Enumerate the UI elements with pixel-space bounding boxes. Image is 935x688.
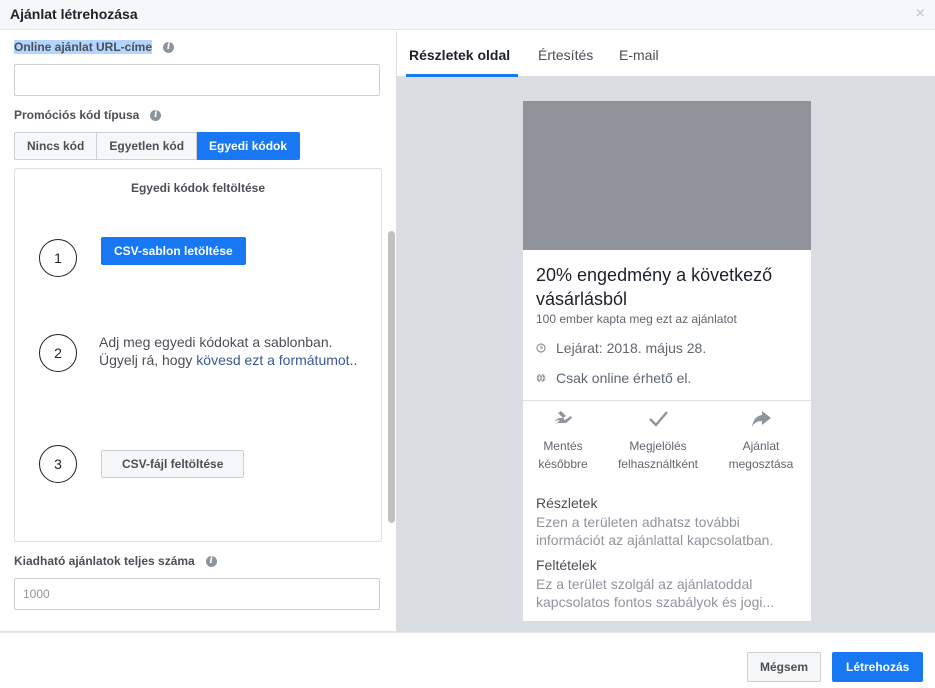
- clock-icon: [536, 343, 546, 353]
- mark-as-used-action[interactable]: Megjelölés felhasználtként: [613, 409, 703, 473]
- save-hand-icon: [554, 411, 572, 424]
- step-number: 3: [39, 445, 77, 483]
- unique-codes-upload-box: Egyedi kódok feltöltése 1 CSV-sablon let…: [14, 168, 382, 542]
- url-input[interactable]: [14, 64, 380, 96]
- download-csv-template-button[interactable]: CSV-sablon letöltése: [101, 237, 246, 265]
- details-body: Ezen a területen adhatsz további informá…: [536, 514, 774, 548]
- share-offer-action[interactable]: Ajánlat megosztása: [721, 409, 801, 473]
- info-icon[interactable]: i: [205, 555, 217, 567]
- tab-notification[interactable]: Értesítés: [538, 47, 593, 63]
- create-button[interactable]: Létrehozás: [832, 652, 924, 682]
- expiry-text: Lejárat: 2018. május 28.: [556, 340, 707, 356]
- promo-code-type-selector: Nincs kód Egyetlen kód Egyedi kódok: [14, 132, 301, 160]
- action-label-line1: Mentés: [543, 439, 583, 453]
- terms-body: Ez a terület szolgál az ajánlatoddal kap…: [536, 576, 775, 610]
- globe-icon: [536, 373, 546, 383]
- checkmark-icon: [649, 411, 668, 427]
- offer-image-placeholder: [523, 101, 811, 250]
- active-tab-indicator: [406, 74, 518, 77]
- offer-preview-card: 20% engedmény a következő vásárlásból 10…: [523, 101, 811, 621]
- availability-row: Csak online érhető el.: [536, 370, 691, 386]
- step-number: 1: [39, 239, 77, 277]
- form-scrollbar[interactable]: [388, 231, 395, 523]
- upload-csv-file-button[interactable]: CSV-fájl feltöltése: [101, 450, 245, 478]
- availability-text: Csak online érhető el.: [556, 370, 692, 386]
- share-arrow-icon: [752, 411, 771, 427]
- upload-title: Egyedi kódok feltöltése: [130, 181, 266, 195]
- dialog-title: Ajánlat létrehozása: [10, 6, 138, 22]
- cancel-button[interactable]: Mégsem: [747, 652, 822, 682]
- action-label-line2: későbbre: [538, 457, 588, 471]
- action-label-line2: megosztása: [728, 457, 794, 471]
- form-pane: Online ajánlat URL-címe i Promóciós kód …: [0, 31, 396, 632]
- total-offers-input[interactable]: 1000: [14, 578, 380, 610]
- card-divider: [523, 400, 811, 401]
- promo-option-single-code[interactable]: Egyetlen kód: [97, 132, 198, 160]
- terms-heading: Feltételek: [536, 557, 597, 573]
- expiry-row: Lejárat: 2018. május 28.: [536, 340, 706, 356]
- step2-instructions: Adj meg egyedi kódokat a sablonban. Ügye…: [99, 333, 369, 369]
- preview-tabs: Részletek oldal Értesítés E-mail: [397, 31, 935, 77]
- action-label-line1: Ajánlat: [742, 439, 780, 453]
- offer-title: 20% engedmény a következő vásárlásból: [536, 265, 773, 309]
- promo-label: Promóciós kód típusa: [14, 108, 140, 122]
- tab-details-page[interactable]: Részletek oldal: [409, 47, 510, 63]
- action-label-line1: Megjelölés: [629, 439, 687, 453]
- promo-label-row: Promóciós kód típusa i: [14, 108, 162, 122]
- info-icon[interactable]: i: [163, 41, 175, 53]
- step-number: 2: [39, 334, 77, 372]
- claimed-count: 100 ember kapta meg ezt az ajánlatot: [536, 312, 737, 326]
- save-for-later-action[interactable]: Mentés későbbre: [533, 409, 593, 473]
- dialog-footer: Mégsem Létrehozás: [0, 632, 935, 688]
- close-icon[interactable]: ×: [916, 6, 925, 22]
- url-label: Online ajánlat URL-címe: [14, 40, 153, 54]
- url-label-row: Online ajánlat URL-címe i: [14, 40, 175, 54]
- details-heading: Részletek: [536, 495, 598, 511]
- format-link[interactable]: kövesd ezt a formátumot: [196, 352, 349, 368]
- promo-option-no-code[interactable]: Nincs kód: [14, 132, 98, 160]
- promo-option-unique-codes[interactable]: Egyedi kódok: [197, 132, 301, 160]
- dialog-header: Ajánlat létrehozása ×: [0, 0, 935, 30]
- tab-email[interactable]: E-mail: [619, 47, 659, 63]
- action-label-line2: felhasználtként: [617, 457, 699, 471]
- info-icon[interactable]: i: [150, 109, 162, 121]
- total-label-row: Kiadható ajánlatok teljes száma i: [14, 554, 217, 568]
- step2-trailing: ..: [349, 352, 358, 368]
- preview-pane: Részletek oldal Értesítés E-mail 20% eng…: [396, 31, 935, 632]
- total-offers-label: Kiadható ajánlatok teljes száma: [14, 554, 195, 568]
